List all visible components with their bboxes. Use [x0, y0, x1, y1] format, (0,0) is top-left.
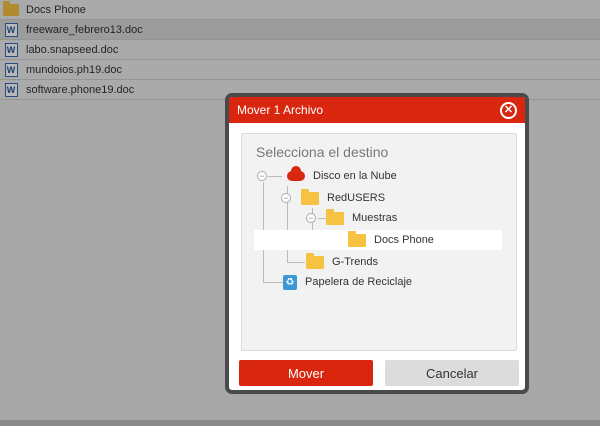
cancel-button[interactable]: Cancelar [385, 360, 519, 386]
tree-node-recycle[interactable]: ♻ Papelera de Reciclaje [283, 272, 412, 292]
tree-node-label: Docs Phone [374, 234, 434, 246]
tree-node-label: G-Trends [332, 256, 379, 268]
cloud-icon [287, 166, 305, 181]
tree-node-gtrends[interactable]: G-Trends [306, 252, 378, 272]
collapse-toggle[interactable]: − [306, 213, 316, 223]
tree-node-label: Papelera de Reciclaje [305, 276, 413, 288]
move-file-dialog: Mover 1 Archivo ✕ Selecciona el destino … [225, 93, 529, 394]
dialog-title: Mover 1 Archivo [237, 103, 324, 117]
tree-node-label: Disco en la Nube [313, 170, 397, 182]
collapse-toggle[interactable]: − [281, 193, 291, 203]
tree-node-muestras[interactable]: − Muestras [306, 208, 397, 228]
bottom-bar [0, 420, 600, 426]
folder-icon [306, 252, 324, 269]
tree-line [263, 282, 283, 283]
folder-icon [301, 188, 319, 205]
tree-node-label: Muestras [352, 212, 398, 224]
tree-node-docs-phone[interactable]: Docs Phone [334, 230, 434, 250]
close-icon[interactable]: ✕ [500, 101, 517, 119]
panel-title: Selecciona el destino [256, 144, 389, 160]
recycle-bin-icon: ♻ [283, 274, 297, 290]
collapse-toggle[interactable]: − [257, 171, 267, 181]
tree-line [287, 262, 305, 263]
destination-panel: Selecciona el destino − Disco en la Nube… [241, 133, 517, 351]
dialog-header: Mover 1 Archivo ✕ [229, 97, 525, 123]
tree-node-cloud[interactable]: − Disco en la Nube [257, 166, 397, 186]
move-button[interactable]: Mover [239, 360, 373, 386]
tree-node-label: RedUSERS [327, 192, 386, 204]
folder-icon [348, 230, 366, 247]
tree-node-redusers[interactable]: − RedUSERS [281, 188, 385, 208]
folder-icon [326, 208, 344, 225]
